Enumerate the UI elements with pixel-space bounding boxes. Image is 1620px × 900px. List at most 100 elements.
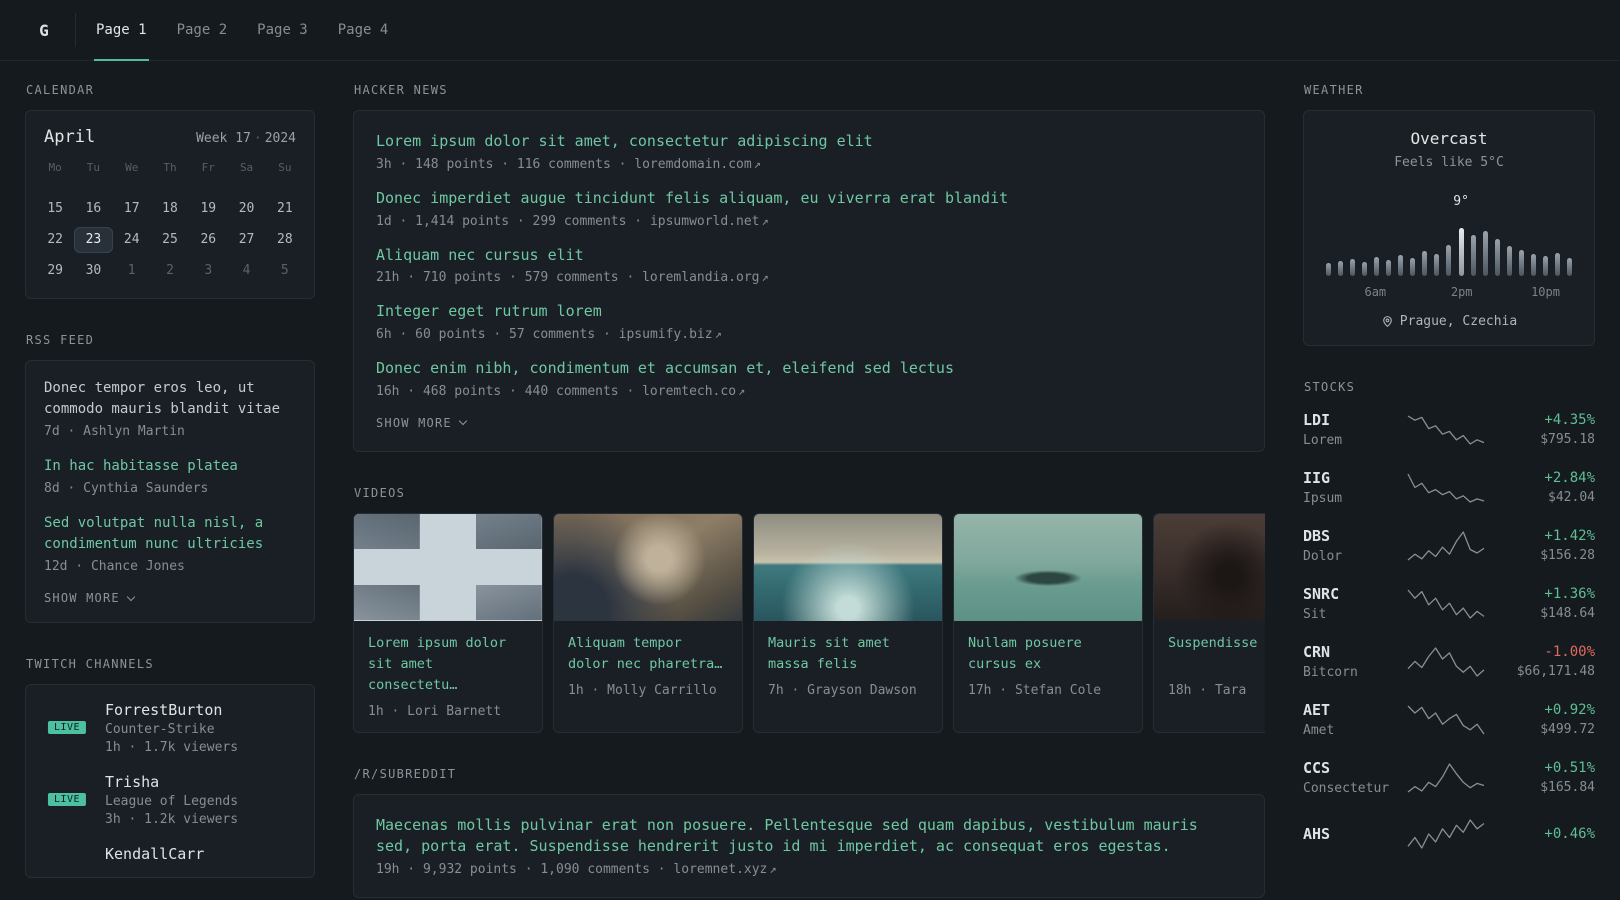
hackernews-domain-link[interactable]: loremtech.co ↗ (642, 384, 745, 399)
stock-identity: DBS Dolor (1303, 527, 1397, 564)
live-badge: LIVE (45, 719, 89, 736)
video-info: Lorem ipsum dolor sit amet consectetu… 1… (354, 621, 542, 732)
twitch-channel-row[interactable]: LIVE ForrestBurton Counter-Strike 1h · 1… (44, 701, 296, 755)
stock-price: $66,171.48 (1516, 664, 1595, 679)
stock-row[interactable]: DBS Dolor +1.42% $156.28 (1303, 527, 1595, 564)
video-card[interactable]: Mauris sit amet massa felis 7h · Grayson… (753, 512, 943, 733)
stock-change: +0.92% (1544, 702, 1595, 718)
calendar-widget-title: CALENDAR (26, 83, 95, 97)
calendar-date: 19 (200, 201, 217, 216)
rss-item: Donec tempor eros leo, ut commodo mauris… (44, 378, 296, 439)
stock-row[interactable]: SNRC Sit +1.36% $148.64 (1303, 585, 1595, 622)
calendar-date: 2 (166, 263, 174, 278)
stock-row[interactable]: LDI Lorem +4.35% $795.18 (1303, 411, 1595, 448)
video-card[interactable]: Nullam posuere cursus ex 17h · Stefan Co… (953, 512, 1143, 733)
twitch-channel-row[interactable]: LIVE Trisha League of Legends 3h · 1.2k … (44, 773, 296, 827)
subreddit-widget-title: /R/SUBREDDIT (354, 766, 457, 781)
stocks-widget-title: STOCKS (1304, 380, 1356, 394)
app-logo[interactable]: G (25, 11, 63, 49)
rss-item-link[interactable]: Sed volutpat nulla nisl, a condimentum n… (44, 513, 296, 555)
subreddit-post-link[interactable]: Maecenas mollis pulvinar erat non posuer… (376, 815, 1242, 859)
video-card[interactable]: Aliquam tempor dolor nec pharetra… 1h · … (553, 512, 743, 733)
video-meta: 18h · Tara (1168, 682, 1247, 698)
rss-item-link[interactable]: Donec tempor eros leo, ut commodo mauris… (44, 378, 296, 420)
stock-change: +1.36% (1544, 586, 1595, 602)
stock-name: Dolor (1303, 549, 1343, 564)
stock-symbol: IIG (1303, 469, 1331, 487)
calendar-date: 27 (238, 232, 255, 247)
stock-sparkline (1397, 645, 1495, 679)
weather-location-text: Prague, Czechia (1399, 314, 1518, 329)
external-link-icon: ↗ (714, 327, 722, 341)
hackernews-item: Integer eget rutrum lorem 6h · 60 points… (376, 301, 1242, 342)
hackernews-item-meta: 6h · 60 points · 57 comments · ipsumify.… (376, 327, 722, 342)
hackernews-show-more-button[interactable]: SHOW MORE (376, 416, 468, 430)
stock-row[interactable]: CCS Consectetur +0.51% $165.84 (1303, 759, 1595, 796)
stock-row[interactable]: AET Amet +0.92% $499.72 (1303, 701, 1595, 738)
calendar-date: 29 (47, 263, 63, 278)
stock-change: +2.84% (1544, 470, 1595, 486)
stocks-list: LDI Lorem +4.35% $795.18 IIG Ipsum +2.84… (1303, 411, 1595, 851)
hackernews-domain-link[interactable]: ipsumworld.net ↗ (650, 214, 769, 229)
calendar-day-header: Mo (48, 161, 62, 174)
page-tab[interactable]: Page 1 (94, 0, 149, 61)
stock-price: $148.64 (1540, 606, 1595, 621)
video-thumbnail (954, 513, 1142, 621)
stock-identity: LDI Lorem (1303, 411, 1397, 448)
weather-feels-like: Feels like 5°C (1394, 155, 1504, 170)
stock-change: +0.51% (1544, 760, 1595, 776)
page-tab[interactable]: Page 4 (336, 0, 391, 61)
subreddit-post-meta: 19h · 9,932 points · 1,090 comments · lo… (376, 862, 777, 878)
video-card[interactable]: Suspendisse diam 18h · Tara (1153, 512, 1265, 733)
stock-sparkline (1397, 703, 1495, 737)
twitch-channel-category: League of Legends (105, 794, 239, 809)
stock-name: Sit (1303, 607, 1327, 622)
stock-symbol: DBS (1303, 527, 1331, 545)
video-title: Mauris sit amet massa felis (768, 634, 890, 672)
stock-name: Consectetur (1303, 781, 1390, 796)
hackernews-domain-link[interactable]: loremdomain.com ↗ (634, 157, 761, 172)
hackernews-item: Lorem ipsum dolor sit amet, consectetur … (376, 131, 1242, 172)
location-pin-icon (1381, 315, 1394, 328)
stock-sparkline (1397, 817, 1495, 851)
twitch-channel-name: KendallCarr (105, 845, 205, 863)
hackernews-item-link[interactable]: Donec enim nibh, condimentum et accumsan… (376, 358, 1242, 380)
stock-sparkline (1397, 587, 1495, 621)
weather-bars (1322, 224, 1576, 276)
hackernews-domain-link[interactable]: ipsumify.biz ↗ (619, 327, 722, 342)
calendar-date: 20 (238, 201, 255, 216)
calendar-date: 26 (200, 232, 217, 247)
weather-time-label: 10pm (1531, 285, 1560, 299)
page-tab[interactable]: Page 3 (255, 0, 310, 61)
stock-symbol: CCS (1303, 759, 1331, 777)
video-card[interactable]: Lorem ipsum dolor sit amet consectetu… 1… (353, 512, 543, 733)
rss-item-link[interactable]: In hac habitasse platea (44, 456, 296, 477)
video-meta: 17h · Stefan Cole (968, 682, 1102, 698)
stock-price: $795.18 (1540, 432, 1595, 447)
stock-values: +0.92% $499.72 (1495, 702, 1595, 737)
calendar-day-header: We (125, 161, 139, 174)
subreddit-domain-link[interactable]: loremnet.xyz ↗ (673, 862, 776, 877)
stock-row[interactable]: CRN Bitcorn -1.00% $66,171.48 (1303, 643, 1595, 680)
stock-identity: SNRC Sit (1303, 585, 1397, 622)
hackernews-item-link[interactable]: Lorem ipsum dolor sit amet, consectetur … (376, 131, 1242, 153)
stock-row[interactable]: AHS +0.46% (1303, 817, 1595, 851)
twitch-channel-row[interactable]: KendallCarr (44, 845, 296, 863)
hackernews-item-link[interactable]: Integer eget rutrum lorem (376, 301, 1242, 323)
hackernews-domain-link[interactable]: loremlandia.org ↗ (642, 270, 769, 285)
stock-row[interactable]: IIG Ipsum +2.84% $42.04 (1303, 469, 1595, 506)
hackernews-item-link[interactable]: Aliquam nec cursus elit (376, 245, 1242, 267)
hackernews-item: Donec enim nibh, condimentum et accumsan… (376, 358, 1242, 399)
stock-values: +1.42% $156.28 (1495, 528, 1595, 563)
stock-change: -1.00% (1544, 644, 1595, 660)
weather-time-label: 2pm (1450, 285, 1473, 299)
hackernews-widget: HACKER NEWS Lorem ipsum dolor sit amet, … (353, 83, 1265, 452)
calendar-month: April (44, 127, 96, 147)
rss-show-more-button[interactable]: SHOW MORE (44, 591, 136, 605)
page-tab[interactable]: Page 2 (175, 0, 230, 61)
hackernews-item-link[interactable]: Donec imperdiet augue tincidunt felis al… (376, 188, 1242, 210)
rss-item-meta: 7d · Ashlyn Martin (44, 424, 185, 439)
stock-values: -1.00% $66,171.48 (1495, 644, 1595, 679)
weather-chart: 9° (1322, 194, 1576, 276)
stock-identity: CRN Bitcorn (1303, 643, 1397, 680)
